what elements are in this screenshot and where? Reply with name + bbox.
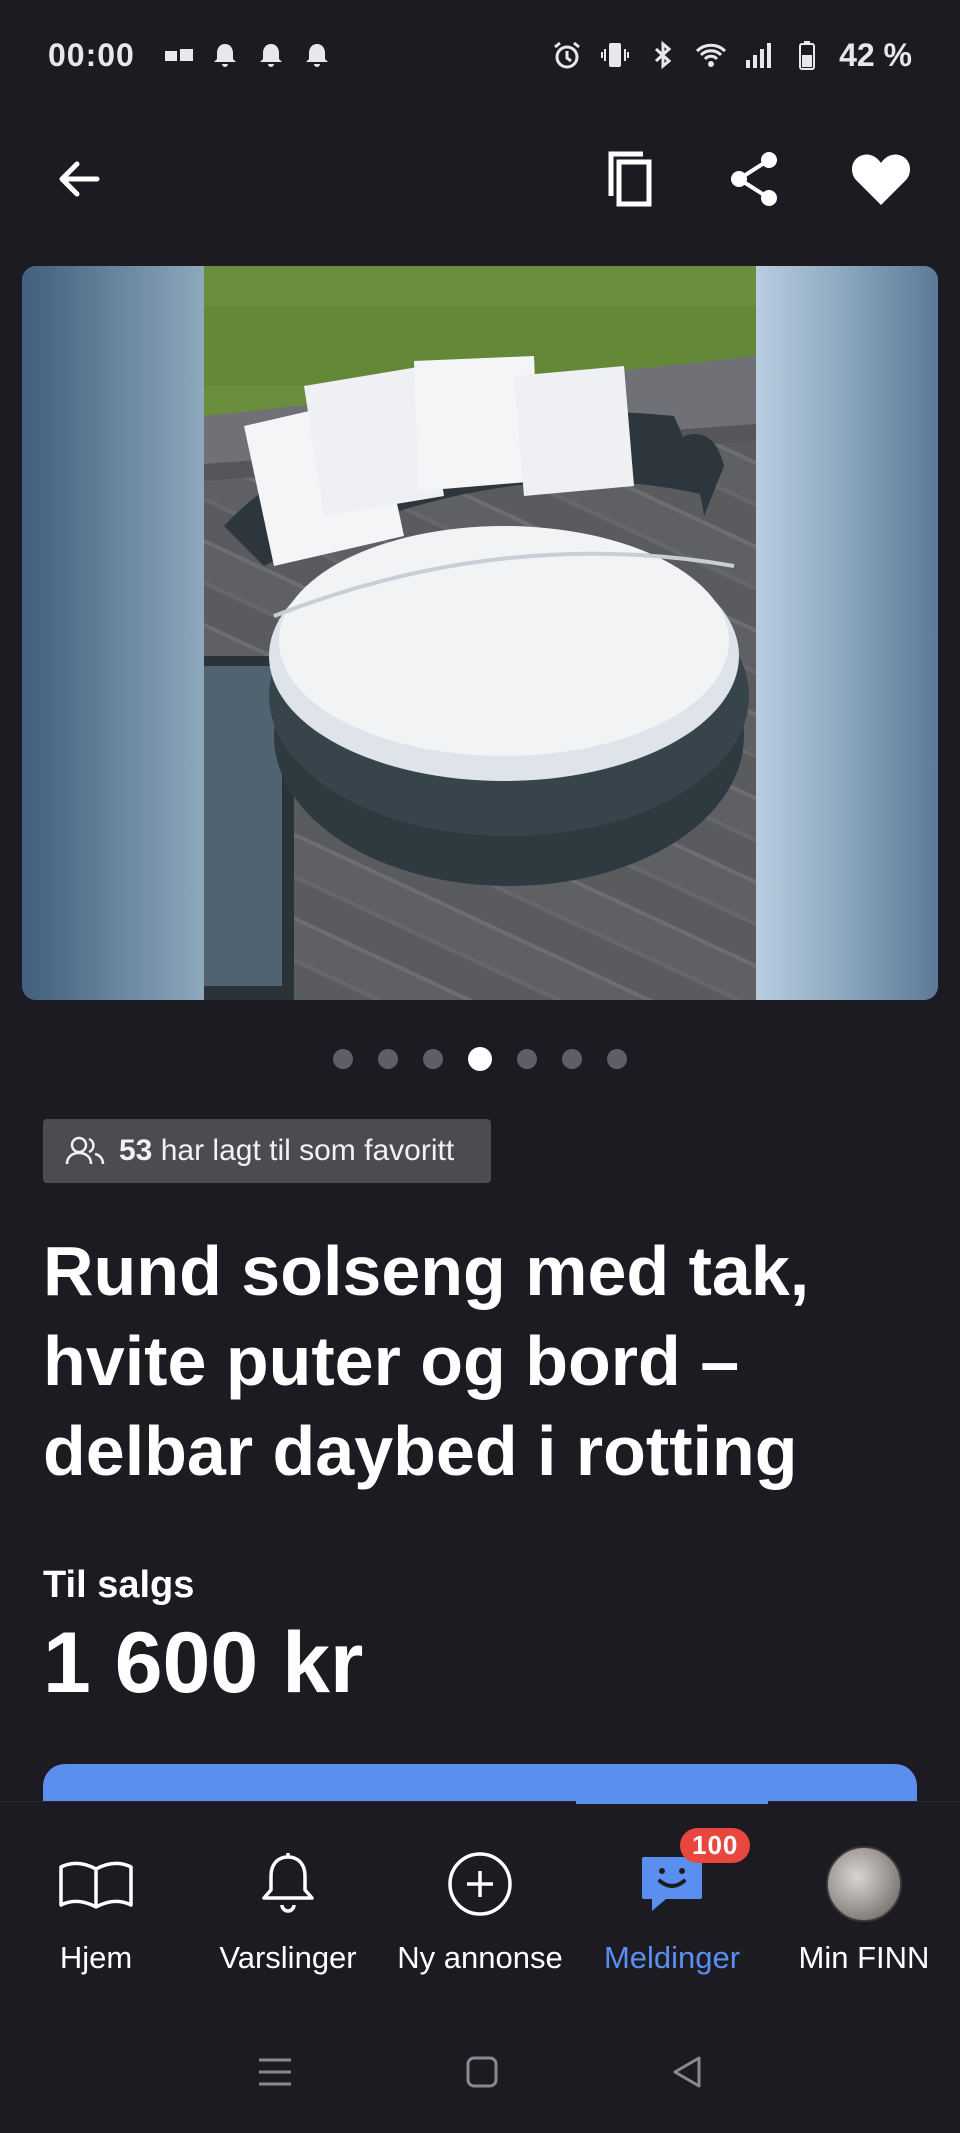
share-button[interactable] <box>712 136 798 222</box>
primary-action-button[interactable] <box>43 1764 917 1804</box>
nav-label: Ny annonse <box>397 1940 563 1975</box>
signal-icon <box>746 43 772 68</box>
status-time: 00:00 <box>48 36 135 73</box>
back-arrow-icon <box>59 161 100 197</box>
unread-messages-badge: 100 <box>680 1828 751 1863</box>
favorite-button[interactable] <box>838 136 924 222</box>
vibrate-icon <box>601 43 630 67</box>
listing-price: 1 600 kr <box>43 1615 364 1711</box>
avatar <box>826 1846 902 1922</box>
nav-icon-wrap <box>440 1844 520 1924</box>
nav-icon-wrap <box>824 1844 904 1924</box>
status-left: 00:00 <box>48 37 333 74</box>
nav-icon-wrap: 100 <box>632 1828 751 1924</box>
nav-label: Meldinger <box>603 1940 741 1975</box>
listing-title-line: hvite puter og bord – <box>43 1322 740 1400</box>
pager-dot[interactable] <box>517 1049 537 1069</box>
nav-label: Varslinger <box>219 1940 357 1975</box>
back-triangle-icon[interactable] <box>669 2054 705 2090</box>
nav-item-ny-annonse[interactable]: Ny annonse <box>384 1802 576 2001</box>
plus-circle-icon <box>448 1852 512 1916</box>
wifi-icon <box>696 43 727 67</box>
pager-dot[interactable] <box>562 1049 582 1069</box>
notification-bell-icon <box>259 44 282 67</box>
nav-label: Min FINN <box>798 1940 930 1975</box>
pager-dot[interactable] <box>378 1049 398 1069</box>
nav-item-varslinger[interactable]: Varslinger <box>192 1802 384 2001</box>
bell-icon <box>262 1853 314 1913</box>
pager-dot-active[interactable] <box>468 1047 492 1071</box>
sim-icon <box>164 49 193 61</box>
nav-icon-wrap <box>56 1844 136 1924</box>
favorites-count-badge: 53 har lagt til som favoritt <box>43 1119 491 1183</box>
carousel-blur-right <box>756 266 938 1000</box>
home-icon[interactable] <box>464 2054 500 2090</box>
listing-title: Rund solseng med tak, hvite puter og bor… <box>43 1226 923 1496</box>
battery-icon <box>799 41 816 70</box>
alarm-icon <box>554 41 580 69</box>
nav-icon-wrap <box>248 1844 328 1924</box>
nav-item-meldinger[interactable]: 100 Meldinger <box>576 1802 768 2001</box>
pager-dot[interactable] <box>333 1049 353 1069</box>
people-icon <box>65 1136 105 1165</box>
nav-item-hjem[interactable]: Hjem <box>0 1802 192 2001</box>
notification-bell-icon <box>305 44 328 67</box>
notification-bell-icon <box>213 44 236 67</box>
nav-item-min-finn[interactable]: Min FINN <box>768 1802 960 2001</box>
status-bar: 00:00 42 % <box>0 0 960 110</box>
daybed-illustration <box>204 266 756 1000</box>
favorites-count: 53 <box>119 1134 153 1167</box>
app-bar <box>0 118 960 240</box>
bluetooth-icon <box>655 40 672 70</box>
nav-label: Hjem <box>59 1940 133 1975</box>
listing-title-line: Rund solseng med tak, <box>43 1232 810 1310</box>
carousel-pager <box>0 1046 960 1072</box>
carousel-blur-left <box>22 266 204 1000</box>
copy-button[interactable] <box>586 136 672 222</box>
copy-icon <box>608 151 652 207</box>
share-icon <box>731 152 777 206</box>
image-carousel[interactable] <box>22 266 938 1000</box>
listing-title-line: delbar daybed i rotting <box>43 1412 798 1490</box>
status-right: 42 % <box>551 37 912 74</box>
listing-photo[interactable] <box>204 266 756 1000</box>
pager-dot[interactable] <box>607 1049 627 1069</box>
favorites-text: har lagt til som favoritt <box>160 1134 455 1167</box>
bottom-navigation: Hjem Varslinger Ny annonse 100 Meldinger… <box>0 1798 960 2001</box>
sale-label: Til salgs <box>43 1564 195 1606</box>
heart-icon <box>851 154 911 205</box>
book-icon <box>59 1861 133 1909</box>
battery-percentage: 42 % <box>839 36 912 73</box>
recent-apps-icon[interactable] <box>255 2054 295 2090</box>
system-navigation-bar <box>0 2010 960 2133</box>
back-button[interactable] <box>36 136 122 222</box>
pager-dot[interactable] <box>423 1049 443 1069</box>
